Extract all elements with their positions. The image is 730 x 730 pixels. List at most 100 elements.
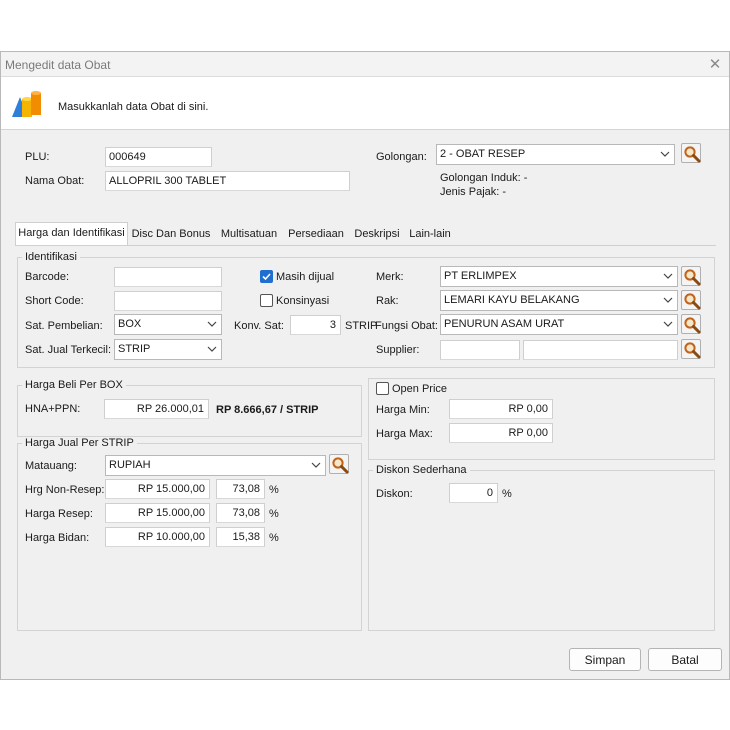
hna-ppn-label: HNA+PPN:	[25, 403, 81, 415]
jenis-pajak-text: Jenis Pajak: -	[440, 186, 507, 198]
tab-strip-line	[15, 245, 716, 246]
hrg-non-resep-label: Hrg Non-Resep:	[25, 484, 105, 496]
hna-ppn-field[interactable]: RP 26.000,01	[104, 399, 209, 419]
tab-deskripsi[interactable]: Deskripsi	[350, 224, 404, 245]
identifikasi-caption: Identifikasi	[22, 251, 80, 263]
masih-dijual-label: Masih dijual	[276, 271, 335, 283]
close-icon[interactable]: ✕	[707, 55, 723, 73]
barcode-field[interactable]	[114, 267, 222, 287]
sat-pembelian-value: BOX	[118, 318, 142, 330]
merk-value: PT ERLIMPEX	[444, 270, 517, 282]
chevron-down-icon	[311, 462, 321, 468]
plu-label: PLU:	[25, 151, 50, 163]
chevron-down-icon	[663, 273, 673, 279]
harga-resep-pct-field[interactable]: 73,08	[216, 503, 265, 523]
open-price-label: Open Price	[392, 383, 448, 395]
short-code-label: Short Code:	[25, 295, 84, 307]
plu-field[interactable]: 000649	[105, 147, 212, 167]
harga-min-field[interactable]: RP 0,00	[449, 399, 553, 419]
simpan-button[interactable]: Simpan	[569, 648, 641, 671]
rak-search-icon[interactable]	[681, 290, 701, 310]
tab-disc-bonus[interactable]: Disc Dan Bonus	[129, 224, 213, 245]
konv-sat-unit: STRIP	[345, 320, 378, 332]
fungsi-obat-label: Fungsi Obat:	[375, 320, 438, 332]
konsinyasi-checkbox[interactable]	[260, 294, 273, 307]
konv-sat-label: Konv. Sat:	[234, 320, 284, 332]
nama-obat-label: Nama Obat:	[25, 175, 85, 187]
rak-label: Rak:	[376, 295, 399, 307]
tab-multisatuan[interactable]: Multisatuan	[217, 224, 281, 245]
batal-button[interactable]: Batal	[648, 648, 722, 671]
harga-per-strip: RP 8.666,67 / STRIP	[216, 404, 319, 416]
diskon-label: Diskon:	[376, 488, 413, 500]
fungsi-obat-value: PENURUN ASAM URAT	[444, 318, 565, 330]
harga-bidan-label: Harga Bidan:	[25, 532, 90, 544]
harga-bidan-field[interactable]: RP 10.000,00	[105, 527, 210, 547]
harga-jual-caption: Harga Jual Per STRIP	[22, 437, 137, 449]
diskon-group	[368, 470, 715, 631]
chevron-down-icon	[207, 321, 217, 327]
merk-search-icon[interactable]	[681, 266, 701, 286]
masih-dijual-checkbox[interactable]	[260, 270, 273, 283]
title-bar: Mengedit data Obat ✕	[1, 52, 729, 77]
golongan-label: Golongan:	[376, 151, 427, 163]
tab-harga-identifikasi[interactable]: Harga dan Identifikasi	[15, 222, 128, 245]
sat-jual-value: STRIP	[118, 343, 151, 355]
dialog-window: Mengedit data Obat ✕ Masukkanlah data Ob…	[0, 51, 730, 680]
harga-resep-field[interactable]: RP 15.000,00	[105, 503, 210, 523]
tab-persediaan[interactable]: Persediaan	[285, 224, 347, 245]
open-price-checkbox[interactable]	[376, 382, 389, 395]
harga-bidan-pct-field[interactable]: 15,38	[216, 527, 265, 547]
matauang-value: RUPIAH	[109, 459, 151, 471]
shapes-icon	[10, 89, 44, 119]
matauang-label: Matauang:	[25, 460, 77, 472]
diskon-caption: Diskon Sederhana	[373, 464, 470, 476]
window-title: Mengedit data Obat	[5, 58, 111, 72]
hrg-non-resep-field[interactable]: RP 15.000,00	[105, 479, 210, 499]
search-icon[interactable]	[681, 143, 701, 163]
rak-dropdown[interactable]: LEMARI KAYU BELAKANG	[440, 290, 678, 311]
chevron-down-icon	[663, 297, 673, 303]
harga-resep-label: Harga Resep:	[25, 508, 93, 520]
merk-dropdown[interactable]: PT ERLIMPEX	[440, 266, 678, 287]
header-instruction: Masukkanlah data Obat di sini.	[58, 101, 209, 113]
supplier-name-field[interactable]	[523, 340, 678, 360]
header-panel: Masukkanlah data Obat di sini.	[1, 77, 729, 130]
golongan-dropdown[interactable]: 2 - OBAT RESEP	[436, 144, 675, 165]
harga-min-label: Harga Min:	[376, 404, 430, 416]
chevron-down-icon	[207, 346, 217, 352]
sat-jual-label: Sat. Jual Terkecil:	[25, 344, 112, 356]
harga-max-label: Harga Max:	[376, 428, 433, 440]
hrg-non-resep-pct-field[interactable]: 73,08	[216, 479, 265, 499]
tab-lain-lain[interactable]: Lain-lain	[406, 224, 454, 245]
matauang-dropdown[interactable]: RUPIAH	[105, 455, 326, 476]
short-code-field[interactable]	[114, 291, 222, 311]
barcode-label: Barcode:	[25, 271, 70, 283]
golongan-value: 2 - OBAT RESEP	[440, 148, 526, 160]
hrg-non-resep-pct-unit: %	[269, 484, 279, 496]
diskon-pct-unit: %	[502, 488, 512, 500]
matauang-search-icon[interactable]	[329, 454, 349, 474]
konv-sat-field[interactable]: 3	[290, 315, 341, 335]
supplier-code-field[interactable]	[440, 340, 520, 360]
checkmark-icon	[262, 273, 271, 281]
sat-jual-dropdown[interactable]: STRIP	[114, 339, 222, 360]
fungsi-search-icon[interactable]	[681, 314, 701, 334]
diskon-field[interactable]: 0	[449, 483, 498, 503]
harga-beli-caption: Harga Beli Per BOX	[22, 379, 126, 391]
sat-pembelian-dropdown[interactable]: BOX	[114, 314, 222, 335]
sat-pembelian-label: Sat. Pembelian:	[25, 320, 103, 332]
supplier-label: Supplier:	[376, 344, 420, 356]
nama-obat-field[interactable]: ALLOPRIL 300 TABLET	[105, 171, 350, 191]
golongan-induk-text: Golongan Induk: -	[440, 172, 528, 184]
chevron-down-icon	[663, 321, 673, 327]
harga-max-field[interactable]: RP 0,00	[449, 423, 553, 443]
konsinyasi-label: Konsinyasi	[276, 295, 330, 307]
supplier-search-icon[interactable]	[681, 339, 701, 359]
chevron-down-icon	[660, 151, 670, 157]
harga-bidan-pct-unit: %	[269, 532, 279, 544]
rak-value: LEMARI KAYU BELAKANG	[444, 294, 580, 306]
fungsi-obat-dropdown[interactable]: PENURUN ASAM URAT	[440, 314, 678, 335]
harga-resep-pct-unit: %	[269, 508, 279, 520]
merk-label: Merk:	[376, 271, 404, 283]
